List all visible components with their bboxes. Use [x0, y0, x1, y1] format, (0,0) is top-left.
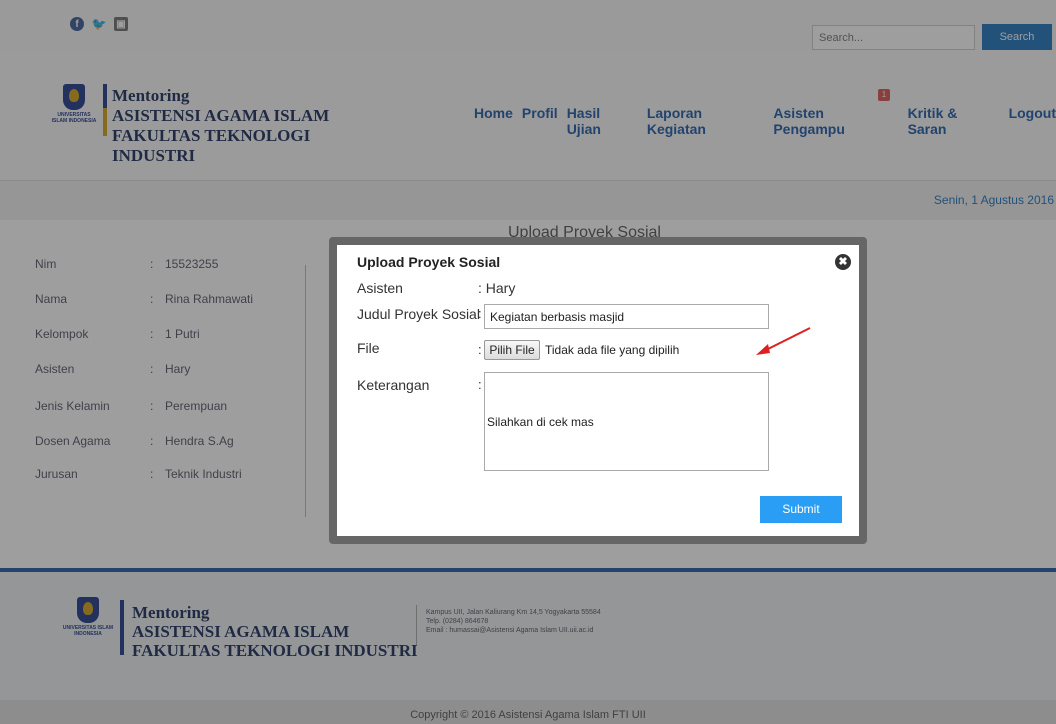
keterangan-text: Silahkan di cek mas	[487, 415, 594, 429]
file-colon: :	[478, 342, 482, 357]
submit-button[interactable]: Submit	[760, 496, 842, 523]
file-status: Tidak ada file yang dipilih	[545, 343, 680, 357]
close-icon[interactable]: ✖	[835, 254, 851, 270]
keterangan-colon: :	[478, 377, 482, 392]
modal-title: Upload Proyek Sosial	[357, 254, 501, 270]
asisten-label: Asisten	[357, 280, 403, 296]
judul-label: Judul Proyek Sosial	[357, 306, 480, 322]
choose-file-button[interactable]: Pilih File	[484, 340, 540, 360]
asisten-value: : Hary	[478, 280, 516, 296]
judul-colon: :	[478, 306, 482, 321]
judul-input[interactable]	[484, 304, 769, 329]
red-arrow-annotation	[756, 327, 811, 355]
keterangan-textarea[interactable]: Silahkan di cek mas	[484, 372, 769, 471]
file-label: File	[357, 340, 380, 356]
keterangan-label: Keterangan	[357, 377, 430, 393]
